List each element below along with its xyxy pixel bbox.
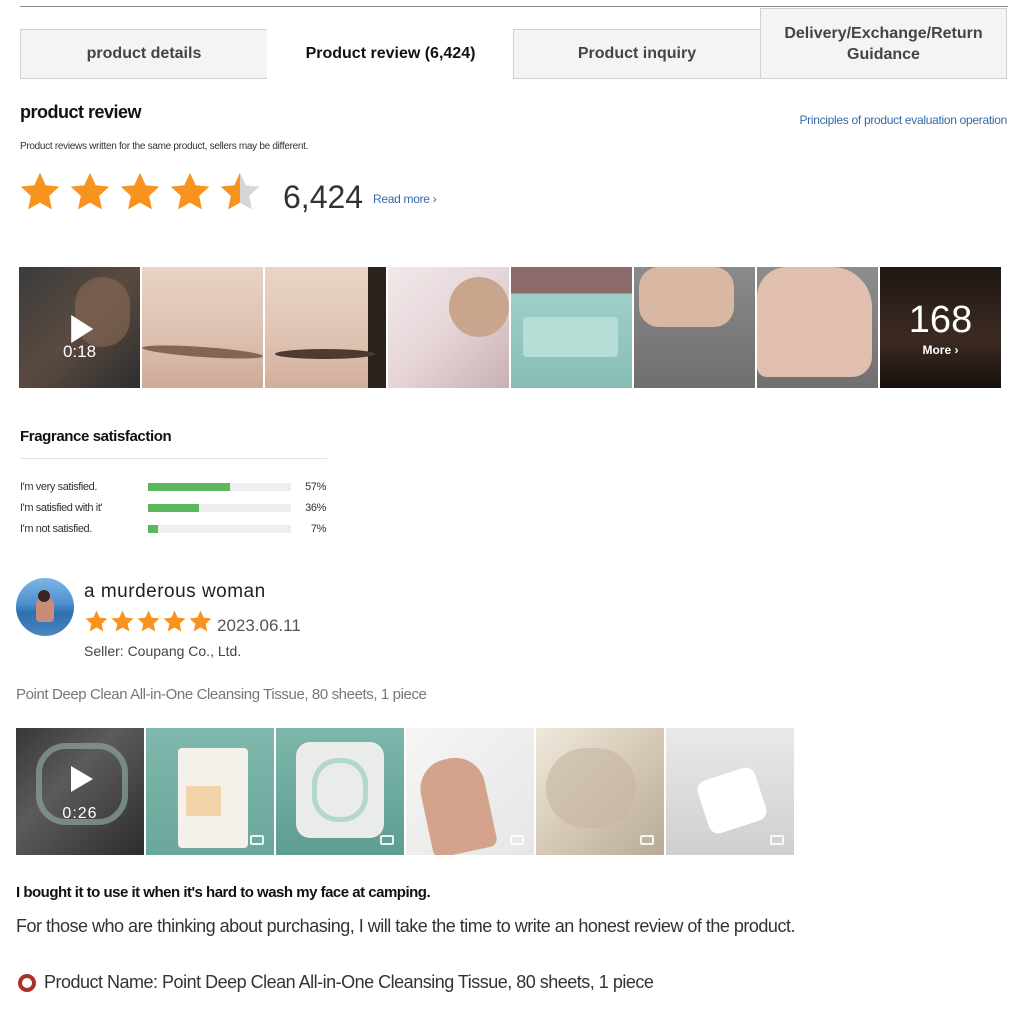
divider [20, 458, 327, 459]
satisfaction-row: I'm very satisfied. 57% [20, 479, 326, 495]
star-icon [85, 610, 108, 632]
tab-label: product details [86, 45, 202, 62]
star-icon [70, 172, 110, 210]
section-subtitle: Product reviews written for the same pro… [20, 141, 309, 152]
photo-shape [639, 267, 734, 327]
play-icon [71, 766, 93, 792]
satisfaction-bar-fill [148, 525, 158, 533]
photo-thumbnail[interactable] [265, 267, 386, 388]
product-name-line: Product Name: Point Deep Clean All-in-On… [16, 972, 654, 993]
product-name-text: Product Name: Point Deep Clean All-in-On… [44, 972, 654, 992]
comment-icon [510, 835, 524, 845]
review-count: 6,424 [283, 179, 364, 215]
photo-thumbnail[interactable] [666, 728, 794, 855]
read-more-link[interactable]: Read more › [373, 192, 437, 206]
photo-thumbnail[interactable] [634, 267, 755, 388]
tab-product-review[interactable]: Product review (6,424) [267, 29, 514, 79]
more-media-label: More › [880, 343, 1001, 357]
photo-thumbnail[interactable] [142, 267, 263, 388]
comment-icon [380, 835, 394, 845]
fragrance-title: Fragrance satisfaction [20, 428, 172, 445]
satisfaction-label: I'm very satisfied. [20, 481, 98, 493]
review-date: 2023.06.11 [217, 616, 301, 635]
review-media-strip: 0:18 168 More › [19, 267, 1001, 388]
photo-thumbnail[interactable] [511, 267, 632, 388]
chevron-right-icon: › [432, 192, 437, 206]
satisfaction-percent: 36% [305, 502, 326, 514]
photo-shape [757, 267, 872, 377]
play-icon [70, 315, 93, 343]
photo-shape [312, 758, 368, 822]
star-icon [189, 610, 212, 632]
comment-icon [250, 835, 264, 845]
star-icon [20, 172, 60, 210]
tab-product-details[interactable]: product details [20, 29, 268, 79]
satisfaction-label: I'm not satisfied. [20, 523, 92, 535]
photo-shape [275, 349, 375, 359]
star-icon [120, 172, 160, 210]
more-media-count: 168 [908, 299, 973, 341]
bullet-ring-icon [18, 973, 36, 992]
star-icon [137, 610, 160, 632]
satisfaction-row: I'm satisfied with it' 36% [20, 500, 326, 516]
satisfaction-bar-fill [148, 504, 200, 512]
photo-thumbnail[interactable] [388, 267, 509, 388]
photo-thumbnail[interactable] [406, 728, 534, 855]
tab-product-inquiry[interactable]: Product inquiry [513, 29, 761, 79]
overall-rating-stars [18, 170, 262, 214]
comment-icon [770, 835, 784, 845]
photo-shape [38, 590, 50, 602]
photo-shape [523, 317, 618, 357]
avatar [16, 578, 74, 636]
video-duration: 0:18 [62, 342, 97, 361]
satisfaction-bar [148, 525, 291, 533]
video-duration: 0:26 [62, 805, 98, 822]
video-thumbnail[interactable]: 0:18 [19, 267, 140, 388]
satisfaction-label: I'm satisfied with it' [20, 502, 103, 514]
half-star-icon [220, 172, 260, 210]
photo-thumbnail[interactable] [146, 728, 274, 855]
comment-icon [640, 835, 654, 845]
satisfaction-bar-fill [148, 483, 230, 491]
chevron-right-icon: › [954, 343, 959, 357]
reviewer-name: a murderous woman [84, 581, 266, 602]
satisfaction-row: I'm not satisfied. 7% [20, 521, 326, 537]
photo-shape [186, 786, 221, 816]
photo-thumbnail[interactable] [276, 728, 404, 855]
photo-thumbnail[interactable] [536, 728, 664, 855]
tab-label: Product review (6,424) [305, 45, 476, 62]
review-headline: I bought it to use it when it's hard to … [16, 884, 431, 901]
review-rating-stars [84, 609, 213, 634]
photo-shape [546, 748, 636, 828]
seller-name: Seller: Coupang Co., Ltd. [84, 643, 242, 659]
photo-shape [449, 277, 509, 337]
section-title: product review [20, 102, 142, 122]
star-icon [111, 610, 134, 632]
more-label: More [922, 343, 952, 357]
photo-shape [694, 765, 770, 836]
satisfaction-bar [148, 504, 291, 512]
principles-link[interactable]: Principles of product evaluation operati… [799, 113, 1007, 127]
read-more-label: Read more [373, 192, 430, 206]
tab-label: Delivery/Exchange/Return Guidance [784, 24, 983, 63]
satisfaction-percent: 7% [310, 523, 327, 535]
photo-thumbnail[interactable] [757, 267, 878, 388]
satisfaction-percent: 57% [305, 481, 326, 493]
star-icon [163, 610, 186, 632]
more-media-tile[interactable]: 168 More › [880, 267, 1001, 388]
video-thumbnail[interactable]: 0:26 [16, 728, 144, 855]
review-photo-strip: 0:26 [16, 728, 794, 855]
satisfaction-bar [148, 483, 291, 491]
photo-shape [142, 342, 263, 362]
photo-shape [368, 267, 386, 388]
tab-label: Product inquiry [577, 45, 697, 62]
top-divider [20, 6, 1008, 7]
star-icon [170, 172, 210, 210]
review-body: For those who are thinking about purchas… [16, 916, 795, 936]
tab-delivery-guidance[interactable]: Delivery/Exchange/Return Guidance [760, 8, 1007, 79]
product-option: Point Deep Clean All-in-One Cleansing Ti… [16, 686, 427, 703]
photo-shape [414, 752, 499, 855]
